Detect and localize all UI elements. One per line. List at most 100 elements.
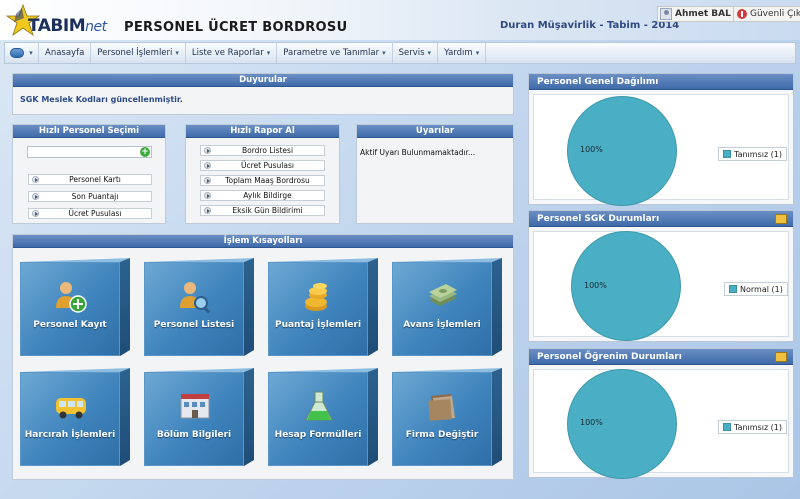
user-badge[interactable]: Ahmet BAL (657, 6, 736, 22)
add-icon[interactable]: + (140, 147, 150, 157)
link-label: Bordro Listesi (241, 146, 294, 155)
arrow-bullet-icon (32, 210, 39, 217)
tile-side (368, 368, 378, 466)
pie-slice-label: 100% (580, 418, 603, 427)
main-menu: ▾ Anasayfa Personel İşlemleri ▾ Liste ve … (4, 42, 796, 64)
legend-label: Normal (1) (740, 284, 783, 294)
menu-item-servis[interactable]: Servis ▾ (393, 43, 439, 63)
link-label: Son Puantajı (71, 192, 119, 201)
tile-personel-listesi[interactable]: Personel Listesi (144, 258, 254, 358)
menu-label: Parametre ve Tanımlar (283, 48, 380, 58)
menu-item-parametre[interactable]: Parametre ve Tanımlar ▾ (277, 43, 393, 63)
chart-panel-sgk: Personel SGK Durumları 100% Normal (1) (528, 210, 794, 342)
pie-slice-label: 100% (580, 145, 603, 154)
chart-legend: Tanımsız (1) (718, 420, 788, 434)
personnel-card-link[interactable]: Personel Kartı (28, 174, 152, 185)
user-icon (660, 8, 672, 20)
arrow-bullet-icon (204, 147, 211, 154)
report-link-missing-days[interactable]: Eksik Gün Bildirimi (200, 205, 325, 216)
chart-title: Personel Öğrenim Durumları (529, 349, 793, 365)
menu-label: Anasayfa (45, 48, 85, 58)
user-search-icon (180, 282, 211, 314)
tile-bolum[interactable]: Bölüm Bilgileri (144, 368, 254, 468)
logout-button[interactable]: Güvenli Çıkış (733, 6, 800, 22)
tile-puantaj[interactable]: Puantaj İşlemleri (268, 258, 378, 358)
chart-title: Personel Genel Dağılımı (529, 74, 793, 90)
menu-item-raporlar[interactable]: Liste ve Raporlar ▾ (186, 43, 278, 63)
arrow-bullet-icon (32, 176, 39, 183)
building-icon (180, 394, 210, 419)
legend-swatch (723, 150, 731, 158)
tile-firma[interactable]: Firma Değiştir (392, 368, 502, 468)
tile-side (492, 368, 502, 466)
tile-label: Personel Kayıt (33, 320, 107, 330)
legend-swatch (729, 285, 737, 293)
pie-slice-label: 100% (584, 281, 607, 290)
menu-item-personel[interactable]: Personel İşlemleri ▾ (91, 43, 186, 63)
link-label: Personel Kartı (69, 175, 121, 184)
chevron-down-icon: ▾ (475, 49, 480, 57)
tile-label: Hesap Formülleri (274, 430, 362, 440)
link-label: Toplam Maaş Bordrosu (225, 176, 310, 185)
folder-icon (428, 394, 455, 421)
flask-icon (305, 391, 333, 421)
report-link-payroll-list[interactable]: Bordro Listesi (200, 145, 325, 156)
tile-avans[interactable]: Avans İşlemleri (392, 258, 502, 358)
chart-legend: Normal (1) (724, 282, 788, 296)
quick-personnel-title: Hızlı Personel Seçimi (13, 125, 165, 138)
export-icon[interactable] (775, 214, 787, 224)
menu-label: Personel İşlemleri (97, 48, 173, 58)
tile-hesap[interactable]: Hesap Formülleri (268, 368, 378, 468)
warnings-text: Aktif Uyarı Bulunmamaktadır... (360, 148, 476, 157)
chart-body: 100% Tanımsız (1) (533, 369, 789, 478)
app-title: PERSONEL ÜCRET BORDROSU (124, 20, 348, 35)
tile-harcirah[interactable]: Harcırah İşlemleri (20, 368, 130, 468)
chart-title: Personel SGK Durumları (529, 211, 793, 227)
last-timesheet-link[interactable]: Son Puantajı (28, 191, 152, 202)
menu-home-button[interactable]: ▾ (5, 43, 39, 63)
menu-item-yardim[interactable]: Yardım ▾ (438, 43, 487, 63)
report-link-payslip[interactable]: Ücret Pusulası (200, 160, 325, 171)
export-icon[interactable] (775, 352, 787, 362)
legend-label: Tanımsız (1) (734, 149, 783, 159)
chart-body: 100% Normal (1) (533, 231, 789, 340)
report-link-total-salary[interactable]: Toplam Maaş Bordrosu (200, 175, 325, 186)
home-icon (10, 48, 25, 58)
coins-icon (305, 283, 327, 311)
tile-side (244, 258, 254, 356)
shortcuts-title: İşlem Kısayolları (13, 235, 513, 248)
chevron-down-icon: ▾ (175, 49, 179, 57)
link-label: Eksik Gün Bildirimi (232, 206, 303, 215)
logo-text: TABIMnet (28, 16, 107, 36)
money-icon (429, 284, 457, 306)
report-link-monthly[interactable]: Aylık Bildirge (200, 190, 325, 201)
arrow-bullet-icon (204, 192, 211, 199)
tile-side (244, 368, 254, 466)
personnel-search-input[interactable] (27, 146, 152, 158)
tabim-logo[interactable]: TABIMnet (6, 4, 118, 38)
announcement-text[interactable]: SGK Meslek Kodları güncellenmiştir. (20, 95, 183, 104)
payslip-link[interactable]: Ücret Pusulası (28, 208, 152, 219)
menu-label: Liste ve Raporlar (191, 48, 264, 58)
tile-personel-kayit[interactable]: Personel Kayıt (20, 258, 130, 358)
link-label: Ücret Pusulası (241, 161, 294, 170)
arrow-bullet-icon (32, 193, 39, 200)
logout-label: Güvenli Çıkış (750, 9, 800, 19)
link-label: Ücret Pusulası (68, 209, 122, 218)
chevron-down-icon: ▾ (266, 49, 271, 57)
announcements-title: Duyurular (13, 74, 513, 87)
tile-label: Firma Değiştir (405, 430, 479, 440)
tile-label: Puantaj İşlemleri (274, 320, 362, 330)
menu-item-anasayfa[interactable]: Anasayfa (39, 43, 92, 63)
logo-main: TABIM (28, 16, 86, 36)
chevron-down-icon: ▾ (427, 49, 432, 57)
chart-legend: Tanımsız (1) (718, 147, 788, 161)
quick-report-title: Hızlı Rapor Al (186, 125, 339, 138)
tile-side (492, 258, 502, 356)
menu-label: Servis (398, 48, 425, 58)
tile-side (120, 258, 130, 356)
logo-suffix: net (85, 19, 107, 35)
chevron-down-icon: ▾ (382, 49, 386, 57)
user-name: Ahmet BAL (675, 9, 731, 19)
announcements-panel: Duyurular (12, 73, 514, 115)
